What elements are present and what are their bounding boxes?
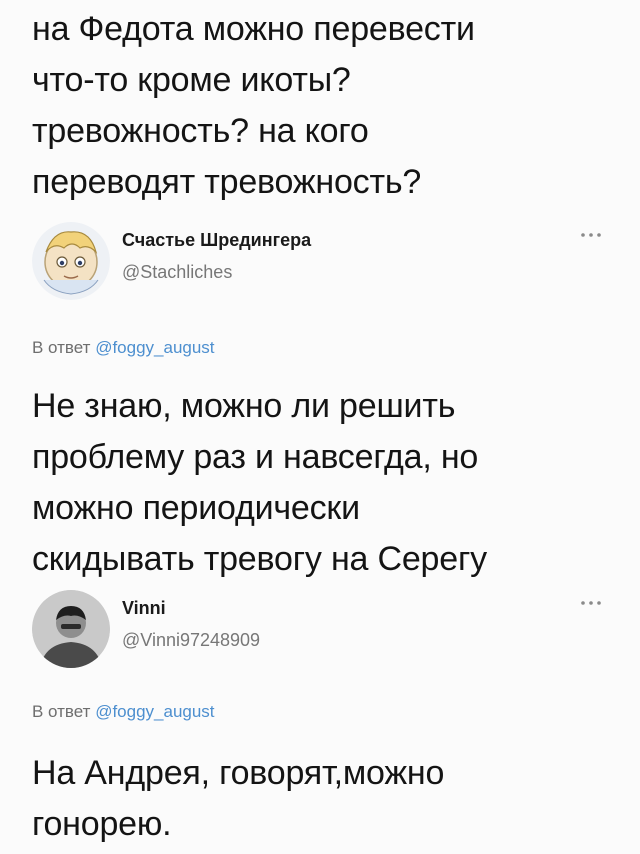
tweet-thread-screenshot: на Федота можно перевести что-то кроме и… <box>0 0 640 854</box>
reply-2-author-handle[interactable]: @Vinni97248909 <box>122 630 260 651</box>
reply-1-in-reply-to: В ответ @foggy_august <box>32 338 215 358</box>
reply-1-author-name[interactable]: Счастье Шредингера <box>122 230 311 251</box>
more-options-icon[interactable] <box>578 594 604 612</box>
reply-2-text: На Андрея, говорят,можно гонорею. <box>32 754 445 843</box>
reply-1-author-row: Счастье Шредингера @Stachliches <box>32 222 612 302</box>
top-tweet-text: на Федота можно перевести что-то кроме и… <box>32 10 475 201</box>
reply-1-reply-prefix: В ответ <box>32 338 91 357</box>
more-options-icon[interactable] <box>578 226 604 244</box>
reply-2-reply-prefix: В ответ <box>32 702 91 721</box>
reply-1-author-handle[interactable]: @Stachliches <box>122 262 232 283</box>
anime-character-avatar-icon[interactable] <box>32 222 110 300</box>
person-avatar-icon[interactable] <box>32 590 110 668</box>
reply-2-author-row: Vinni @Vinni97248909 <box>32 590 612 670</box>
reply-2-author-name[interactable]: Vinni <box>122 598 166 619</box>
reply-1-text: Не знаю, можно ли решить проблему раз и … <box>32 387 487 578</box>
reply-1-mention-link[interactable]: @foggy_august <box>95 338 214 357</box>
reply-2-mention-link[interactable]: @foggy_august <box>95 702 214 721</box>
reply-2-in-reply-to: В ответ @foggy_august <box>32 702 215 722</box>
